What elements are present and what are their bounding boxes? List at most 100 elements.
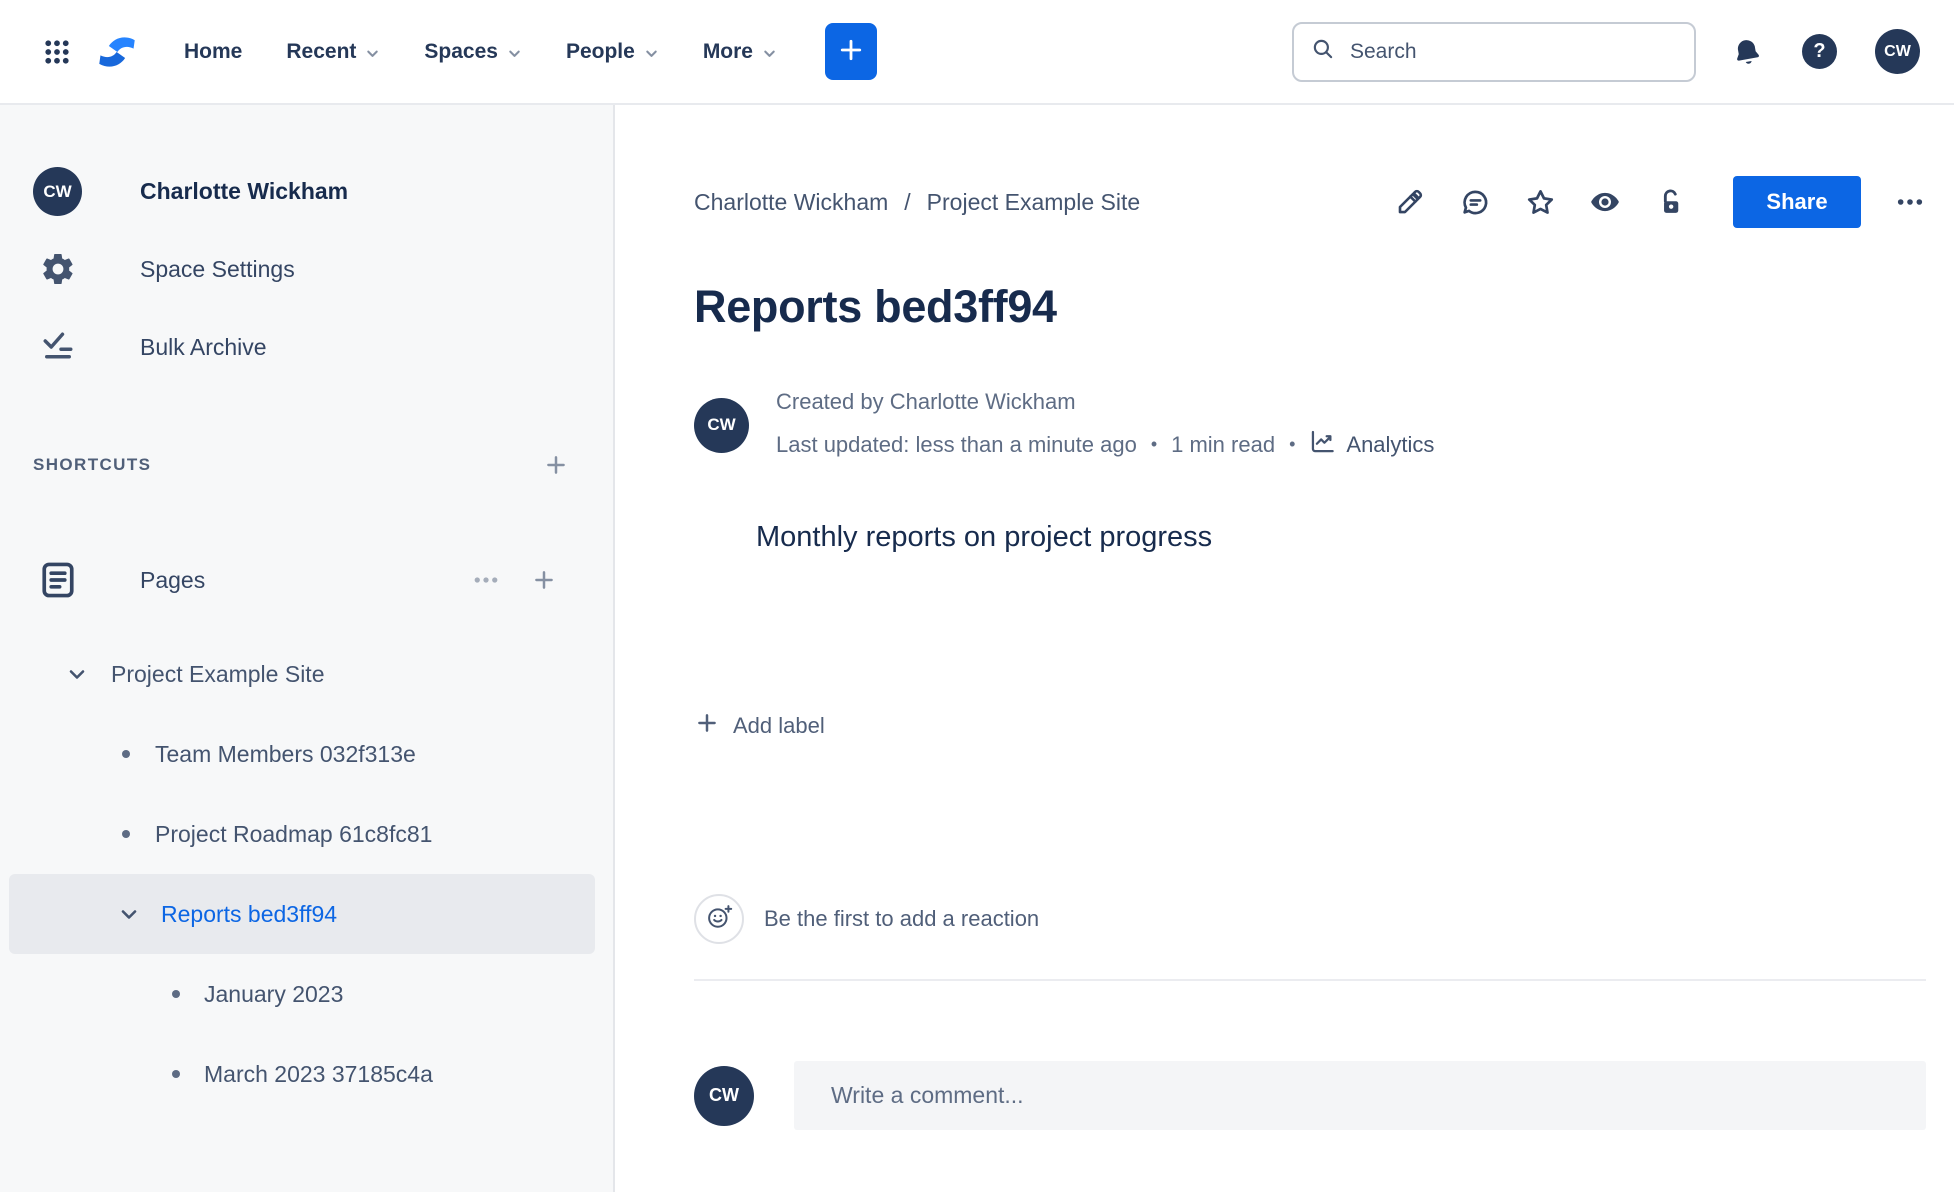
user-avatar[interactable]: CW [1875,29,1920,74]
primary-nav-links: Home Recent Spaces People More [184,40,777,64]
read-time-text: 1 min read [1171,431,1276,457]
more-actions-ellipsis-icon[interactable] [1894,186,1926,218]
pages-section-header[interactable]: Pages [0,554,613,606]
sidebar-item-bulk-archive[interactable]: Bulk Archive [0,322,613,372]
help-icon[interactable]: ? [1802,34,1837,69]
bullet-icon [122,750,130,758]
tree-item-project-example-site[interactable]: Project Example Site [0,634,613,714]
tree-item-january-2023[interactable]: January 2023 [0,954,613,1034]
page-content: Charlotte Wickham / Project Example Site [615,105,1954,1192]
tree-item-label: March 2023 37185c4a [204,1060,433,1087]
tree-item-project-roadmap[interactable]: Project Roadmap 61c8fc81 [0,794,613,874]
watch-eye-icon[interactable] [1589,186,1621,218]
top-navigation-bar: Home Recent Spaces People More Search ? … [0,0,1954,105]
tree-item-label: Reports bed3ff94 [161,900,338,927]
commenter-avatar: CW [694,1065,754,1126]
byline-separator: • [1289,434,1296,454]
share-button[interactable]: Share [1733,176,1861,228]
sidebar-item-space-settings[interactable]: Space Settings [0,244,613,294]
breadcrumb-separator: / [904,188,911,215]
pages-heading: Pages [140,566,206,593]
breadcrumb-parent-link[interactable]: Project Example Site [927,189,1140,216]
comment-input-box[interactable] [794,1061,1926,1130]
breadcrumb: Charlotte Wickham / Project Example Site [694,189,1140,216]
gear-icon [33,251,82,287]
add-page-plus-icon[interactable] [531,567,557,593]
page-tree: Project Example Site Team Members 032f31… [0,634,613,1114]
search-icon [1310,36,1336,67]
comments-icon[interactable] [1459,186,1491,218]
tree-item-label: Project Roadmap 61c8fc81 [155,820,433,847]
nav-recent-label: Recent [286,39,357,63]
tree-item-reports-selected[interactable]: Reports bed3ff94 [9,874,595,954]
chevron-down-icon [365,46,380,61]
created-by-text[interactable]: Created by Charlotte Wickham [776,389,1434,415]
plus-icon [837,36,865,67]
bulk-archive-icon [33,329,82,365]
analytics-label: Analytics [1346,431,1435,457]
nav-people[interactable]: People [566,40,659,64]
app-switcher-icon[interactable] [40,35,74,69]
nav-right-controls: ? CW [1730,29,1920,74]
search-box[interactable] [1292,21,1696,82]
star-favorite-icon[interactable] [1524,186,1556,218]
page-toolbar: Charlotte Wickham / Project Example Site [694,175,1926,229]
bullet-icon [172,990,180,998]
tree-item-label: Project Example Site [111,660,325,687]
pages-more-ellipsis-icon[interactable] [471,565,501,595]
smiley-add-reaction-icon [705,903,734,935]
nav-home[interactable]: Home [184,40,242,64]
pages-document-icon [33,558,82,602]
nav-more-label: More [702,39,753,63]
shortcuts-section-header: SHORTCUTS [0,452,613,478]
breadcrumb-space-link[interactable]: Charlotte Wickham [694,189,888,216]
add-label-text: Add label [733,713,825,738]
page-title: Reports bed3ff94 [694,281,1057,332]
chevron-down-icon [507,46,522,61]
tree-item-team-members[interactable]: Team Members 032f313e [0,714,613,794]
comment-composer: CW [694,1061,1926,1130]
reaction-prompt-text: Be the first to add a reaction [764,906,1040,931]
author-avatar[interactable]: CW [694,397,749,453]
analytics-chart-icon [1309,428,1336,461]
last-updated-text[interactable]: Last updated: less than a minute ago [776,432,1137,458]
add-shortcut-plus-icon[interactable] [543,452,569,478]
space-settings-label: Space Settings [140,255,295,282]
byline-separator: • [1150,434,1158,454]
nav-people-label: People [565,39,635,63]
tree-item-label: Team Members 032f313e [155,740,416,767]
search-input[interactable] [1350,39,1678,64]
add-reaction-button[interactable] [694,894,744,944]
create-button[interactable] [825,23,877,80]
tree-item-march-2023[interactable]: March 2023 37185c4a [0,1034,613,1114]
confluence-logo-icon[interactable] [96,31,138,73]
chevron-down-icon [644,46,659,61]
nav-recent[interactable]: Recent [286,40,380,64]
confluence-app: Home Recent Spaces People More Search ? … [0,0,1954,1192]
unlock-icon[interactable] [1654,186,1686,218]
plus-icon [694,710,720,742]
bulk-archive-label: Bulk Archive [140,333,267,360]
nav-spaces[interactable]: Spaces [424,40,522,64]
notifications-bell-icon[interactable] [1727,32,1766,71]
add-label-button[interactable]: Add label [694,710,825,742]
bullet-icon [172,1070,180,1078]
chevron-down-icon[interactable] [117,902,141,926]
page-body-text: Monthly reports on project progress [756,521,1213,553]
byline: CW Created by Charlotte Wickham Last upd… [694,389,1926,461]
space-avatar: CW [33,167,82,216]
nav-more[interactable]: More [703,40,777,64]
shortcuts-heading: SHORTCUTS [33,455,152,474]
nav-spaces-label: Spaces [424,39,498,63]
page-actions: Share [1394,176,1926,228]
reactions-section: Be the first to add a reaction [694,894,1926,944]
chevron-down-icon [762,46,777,61]
analytics-link[interactable]: Analytics [1309,428,1434,461]
comment-input[interactable] [831,1082,1926,1109]
chevron-down-icon[interactable] [65,662,89,686]
space-header[interactable]: CW Charlotte Wickham [0,167,613,216]
bullet-icon [122,830,130,838]
space-sidebar: CW Charlotte Wickham Space Settings Bulk… [0,105,615,1192]
edit-pencil-icon[interactable] [1394,186,1426,218]
tree-item-label: January 2023 [204,980,344,1007]
